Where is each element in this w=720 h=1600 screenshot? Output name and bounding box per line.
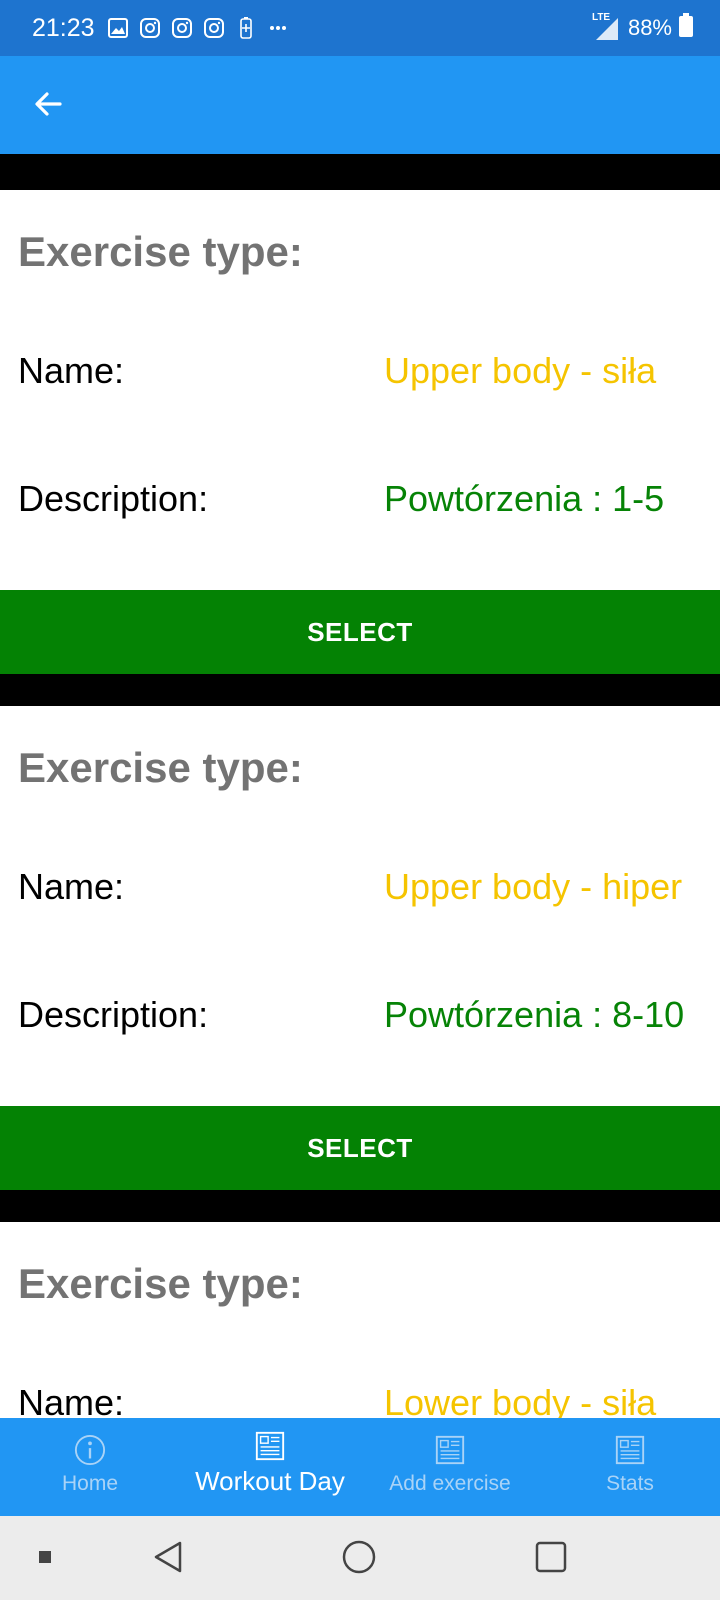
circle-home-icon — [341, 1539, 377, 1580]
description-label: Description: — [18, 994, 209, 1035]
system-nav-bar — [0, 1516, 720, 1600]
keyboard-dot-button[interactable] — [20, 1534, 70, 1584]
square-dot-icon — [38, 1550, 52, 1569]
select-button[interactable]: SELECT — [0, 1106, 720, 1190]
bottom-navigation: Home Workout Day Add exercise Stats — [0, 1418, 720, 1516]
tab-label: Workout Day — [195, 1466, 345, 1496]
battery-percent: 88% — [627, 15, 672, 40]
network-type: LTE — [591, 12, 611, 23]
instagram-icon — [169, 15, 195, 41]
tab-workout-day[interactable]: Workout Day — [180, 1418, 360, 1516]
exercise-type-card: Exercise type: Name: Lower body - siła — [0, 1222, 720, 1418]
exercise-type-label: Exercise type: — [18, 228, 303, 275]
document-icon — [254, 1430, 286, 1462]
exercise-type-card: Exercise type: Name: Upper body - siła D… — [0, 190, 720, 674]
signal-icon: LTE — [591, 12, 622, 42]
notification-icons — [105, 15, 291, 41]
name-label: Name: — [18, 1382, 125, 1418]
instagram-icon — [201, 15, 227, 41]
status-bar: 21:23 LTE 88% — [0, 0, 720, 56]
tab-label: Home — [61, 1472, 119, 1495]
battery-saver-icon — [233, 15, 259, 41]
name-value: Lower body - siła — [384, 1382, 657, 1418]
status-time: 21:23 — [32, 13, 95, 42]
arrow-left-icon — [32, 88, 64, 125]
description-label: Description: — [18, 478, 209, 519]
exercise-type-list[interactable]: Exercise type: Name: Upper body - siła D… — [0, 154, 720, 1418]
instagram-icon — [137, 15, 163, 41]
triangle-back-icon — [152, 1540, 186, 1579]
exercise-type-card: Exercise type: Name: Upper body - hiper … — [0, 706, 720, 1190]
nav-home-button[interactable] — [334, 1534, 384, 1584]
tab-home[interactable]: Home — [0, 1418, 180, 1516]
exercise-type-label: Exercise type: — [18, 1260, 303, 1307]
exercise-type-label: Exercise type: — [18, 744, 303, 791]
app-bar — [0, 56, 720, 154]
tab-label: Stats — [606, 1472, 654, 1495]
document-icon — [434, 1434, 466, 1466]
description-value: Powtórzenia : 8-10 — [384, 994, 685, 1035]
select-button[interactable]: SELECT — [0, 590, 720, 674]
document-icon — [614, 1434, 646, 1466]
battery-icon — [678, 12, 694, 44]
more-dots-icon — [265, 15, 291, 41]
back-button[interactable] — [28, 86, 68, 126]
name-label: Name: — [18, 866, 125, 907]
name-label: Name: — [18, 350, 125, 391]
tab-add-exercise[interactable]: Add exercise — [360, 1418, 540, 1516]
tab-label: Add exercise — [389, 1472, 511, 1495]
gallery-icon — [105, 15, 131, 41]
name-value: Upper body - siła — [384, 350, 657, 391]
description-value: Powtórzenia : 1-5 — [384, 478, 665, 519]
info-icon — [74, 1434, 106, 1466]
square-recents-icon — [534, 1540, 568, 1579]
nav-back-button[interactable] — [144, 1534, 194, 1584]
nav-recents-button[interactable] — [526, 1534, 576, 1584]
name-value: Upper body - hiper — [384, 866, 683, 907]
tab-stats[interactable]: Stats — [540, 1418, 720, 1516]
status-right: LTE 88% — [592, 12, 694, 44]
